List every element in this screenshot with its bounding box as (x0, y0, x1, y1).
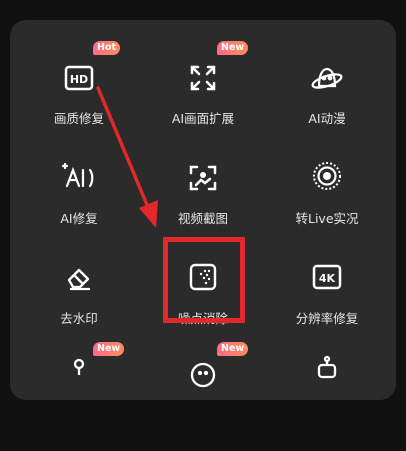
annotation-arrow (96, 86, 158, 228)
